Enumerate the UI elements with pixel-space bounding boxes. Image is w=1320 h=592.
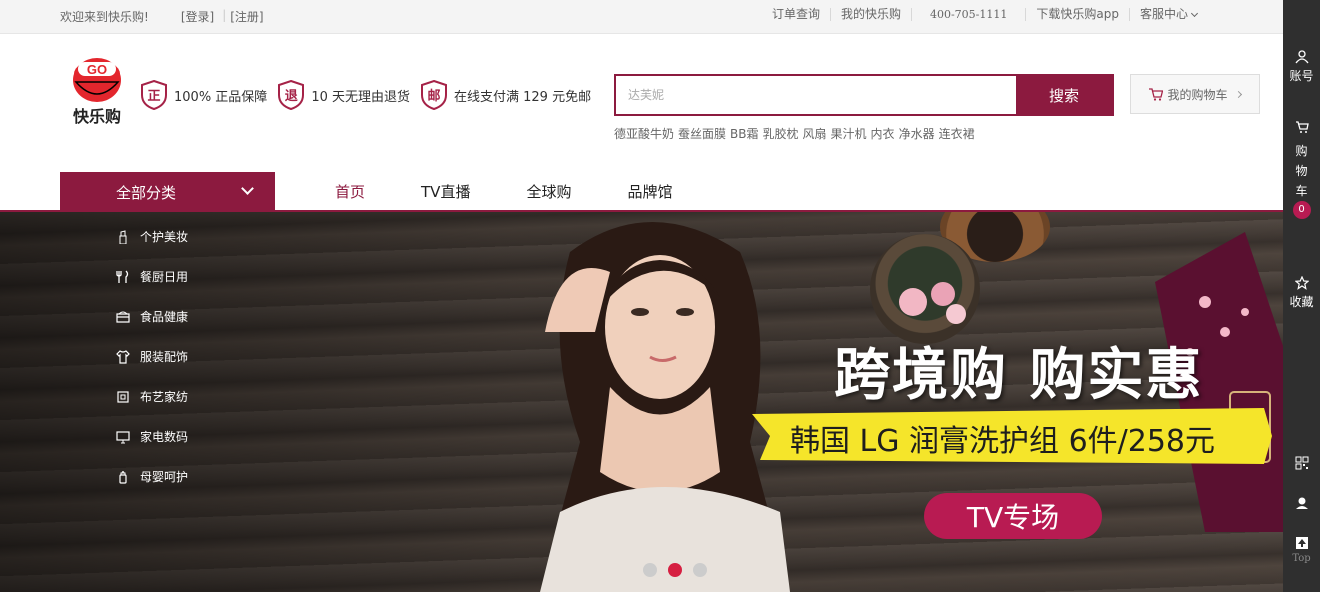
category-item-kitchen[interactable]: 餐厨日用: [116, 268, 188, 285]
logo-go-text: GO: [87, 62, 107, 77]
sidebar-account-label: 账号: [1289, 69, 1314, 83]
my-cart-button[interactable]: 我的购物车: [1130, 74, 1260, 114]
service-center-menu[interactable]: 客服中心: [1128, 7, 1207, 21]
hot-search-words: 德亚酸牛奶 蚕丝面膜 BB霜 乳胶枕 风扇 果汁机 内衣 净水器 连衣裙: [614, 125, 979, 142]
site-logo[interactable]: GO 快乐购: [60, 52, 134, 126]
hot-word-link[interactable]: 德亚酸牛奶: [614, 125, 674, 142]
sidebar-favorites[interactable]: 收藏: [1283, 275, 1320, 310]
category-item-apparel[interactable]: 服装配饰: [116, 348, 188, 365]
chevron-down-icon: [241, 182, 254, 195]
sidebar-cart-char: 购: [1295, 144, 1308, 158]
back-to-top-label: Top: [1292, 553, 1311, 564]
promise-authentic: 正 100% 正品保障: [140, 79, 268, 111]
flower-decor: [899, 282, 966, 324]
sidebar-customer-service[interactable]: [1283, 496, 1320, 513]
sidebar-qrcode[interactable]: [1283, 456, 1320, 473]
shield-icon: 邮: [420, 79, 448, 111]
tv-special-button[interactable]: TV专场: [924, 493, 1102, 539]
shirt-icon: [116, 349, 130, 364]
cart-icon: [1295, 121, 1309, 133]
shield-icon: 正: [140, 79, 168, 111]
service-promises: 正 100% 正品保障 退 10 天无理由退货 邮 在线支付满 129 元免邮: [140, 79, 601, 111]
main-nav: 全部分类 首页 TV直播 全球购 品牌馆: [0, 172, 1283, 212]
sidebar-cart-char: 物: [1295, 164, 1308, 178]
download-app-link[interactable]: 下载快乐购app: [1025, 8, 1129, 21]
carousel-dots: [643, 563, 718, 577]
banner-headline: 跨境购 购实惠: [834, 342, 1204, 408]
category-item-baby[interactable]: 母婴呵护: [116, 468, 188, 485]
sidebar-account[interactable]: 账号: [1283, 50, 1320, 84]
lipstick-icon: [119, 229, 127, 244]
hot-word-link[interactable]: 乳胶枕: [763, 125, 799, 142]
category-item-beauty[interactable]: 个护美妆: [116, 228, 188, 245]
promise-return: 退 10 天无理由退货: [277, 79, 410, 111]
register-link[interactable]: [注册]: [230, 8, 263, 25]
category-menu: 个护美妆 餐厨日用 食品健康 服装配饰 布艺家纺 家电数码 母婴呵护: [60, 212, 275, 492]
chevron-right-icon: [1234, 90, 1242, 98]
hot-word-link[interactable]: 净水器: [899, 125, 935, 142]
model-image: [540, 222, 790, 592]
divider: |: [222, 8, 227, 22]
nav-tv-live[interactable]: TV直播: [421, 181, 470, 202]
promise-label: 10 天无理由退货: [311, 89, 410, 105]
all-categories-label: 全部分类: [116, 183, 177, 202]
star-icon: [1293, 275, 1310, 290]
hotline-phone: 400-705-1111: [910, 8, 1025, 21]
nav-global[interactable]: 全球购: [526, 181, 571, 202]
logo-brand-text: 快乐购: [73, 107, 121, 126]
utensils-icon: [116, 270, 129, 283]
back-to-top-button[interactable]: Top: [1283, 536, 1320, 564]
login-link[interactable]: [登录]: [181, 8, 214, 25]
food-icon: [116, 311, 130, 323]
hot-word-link[interactable]: 蚕丝面膜: [678, 125, 726, 142]
category-item-electronics[interactable]: 家电数码: [116, 428, 188, 445]
hot-word-link[interactable]: 风扇: [803, 125, 827, 142]
carousel-dot[interactable]: [693, 563, 707, 577]
banner-offer-text: 韩国 LG 润膏洗护组 6件/258元: [790, 424, 1216, 459]
all-categories-toggle[interactable]: 全部分类: [60, 172, 275, 212]
promise-label: 100% 正品保障: [174, 89, 268, 105]
my-account-link[interactable]: 我的快乐购: [829, 8, 911, 21]
hot-word-link[interactable]: 连衣裙: [939, 125, 975, 142]
hot-word-link[interactable]: 果汁机: [831, 125, 867, 142]
arrow-up-icon: [1295, 537, 1308, 549]
promise-label: 在线支付满 129 元免邮: [454, 89, 592, 105]
category-item-home-textile[interactable]: 布艺家纺: [116, 388, 188, 405]
carousel-dot[interactable]: [643, 563, 657, 577]
top-bar: 欢迎来到快乐购! [登录] | [注册] 订单查询 我的快乐购 400-705-…: [0, 0, 1283, 34]
monitor-icon: [116, 430, 130, 443]
search-input[interactable]: [616, 76, 1016, 114]
cart-icon: [1149, 87, 1164, 101]
sidebar-favorites-label: 收藏: [1289, 295, 1314, 309]
order-query-link[interactable]: 订单查询: [762, 8, 830, 21]
hot-word-link[interactable]: 内衣: [871, 125, 895, 142]
fabric-icon: [117, 390, 129, 403]
right-toolbar: 账号 购 物 车 0 收藏 Top: [1283, 0, 1320, 592]
cart-label: 我的购物车: [1167, 87, 1228, 102]
chevron-down-icon: [1190, 9, 1199, 18]
user-icon: [1294, 50, 1309, 64]
customer-service-icon: [1295, 497, 1308, 509]
service-center-label: 客服中心: [1139, 7, 1188, 21]
welcome-text: 欢迎来到快乐购!: [60, 10, 149, 24]
bottle-icon: [119, 470, 127, 484]
hot-word-link[interactable]: BB霜: [730, 125, 758, 142]
shield-icon: 退: [277, 79, 305, 111]
nav-home[interactable]: 首页: [335, 181, 365, 202]
promise-free-shipping: 邮 在线支付满 129 元免邮: [420, 79, 592, 111]
nav-brands[interactable]: 品牌馆: [627, 181, 672, 202]
carousel-dot-active[interactable]: [668, 563, 682, 577]
category-item-food[interactable]: 食品健康: [116, 308, 188, 325]
search-box: 搜索: [614, 74, 1114, 116]
qr-code-icon: [1295, 456, 1308, 470]
sidebar-cart-char: 车: [1295, 184, 1308, 198]
sidebar-cart[interactable]: 购 物 车 0: [1283, 120, 1320, 219]
search-button[interactable]: 搜索: [1016, 76, 1112, 114]
cart-count-badge: 0: [1292, 201, 1311, 219]
